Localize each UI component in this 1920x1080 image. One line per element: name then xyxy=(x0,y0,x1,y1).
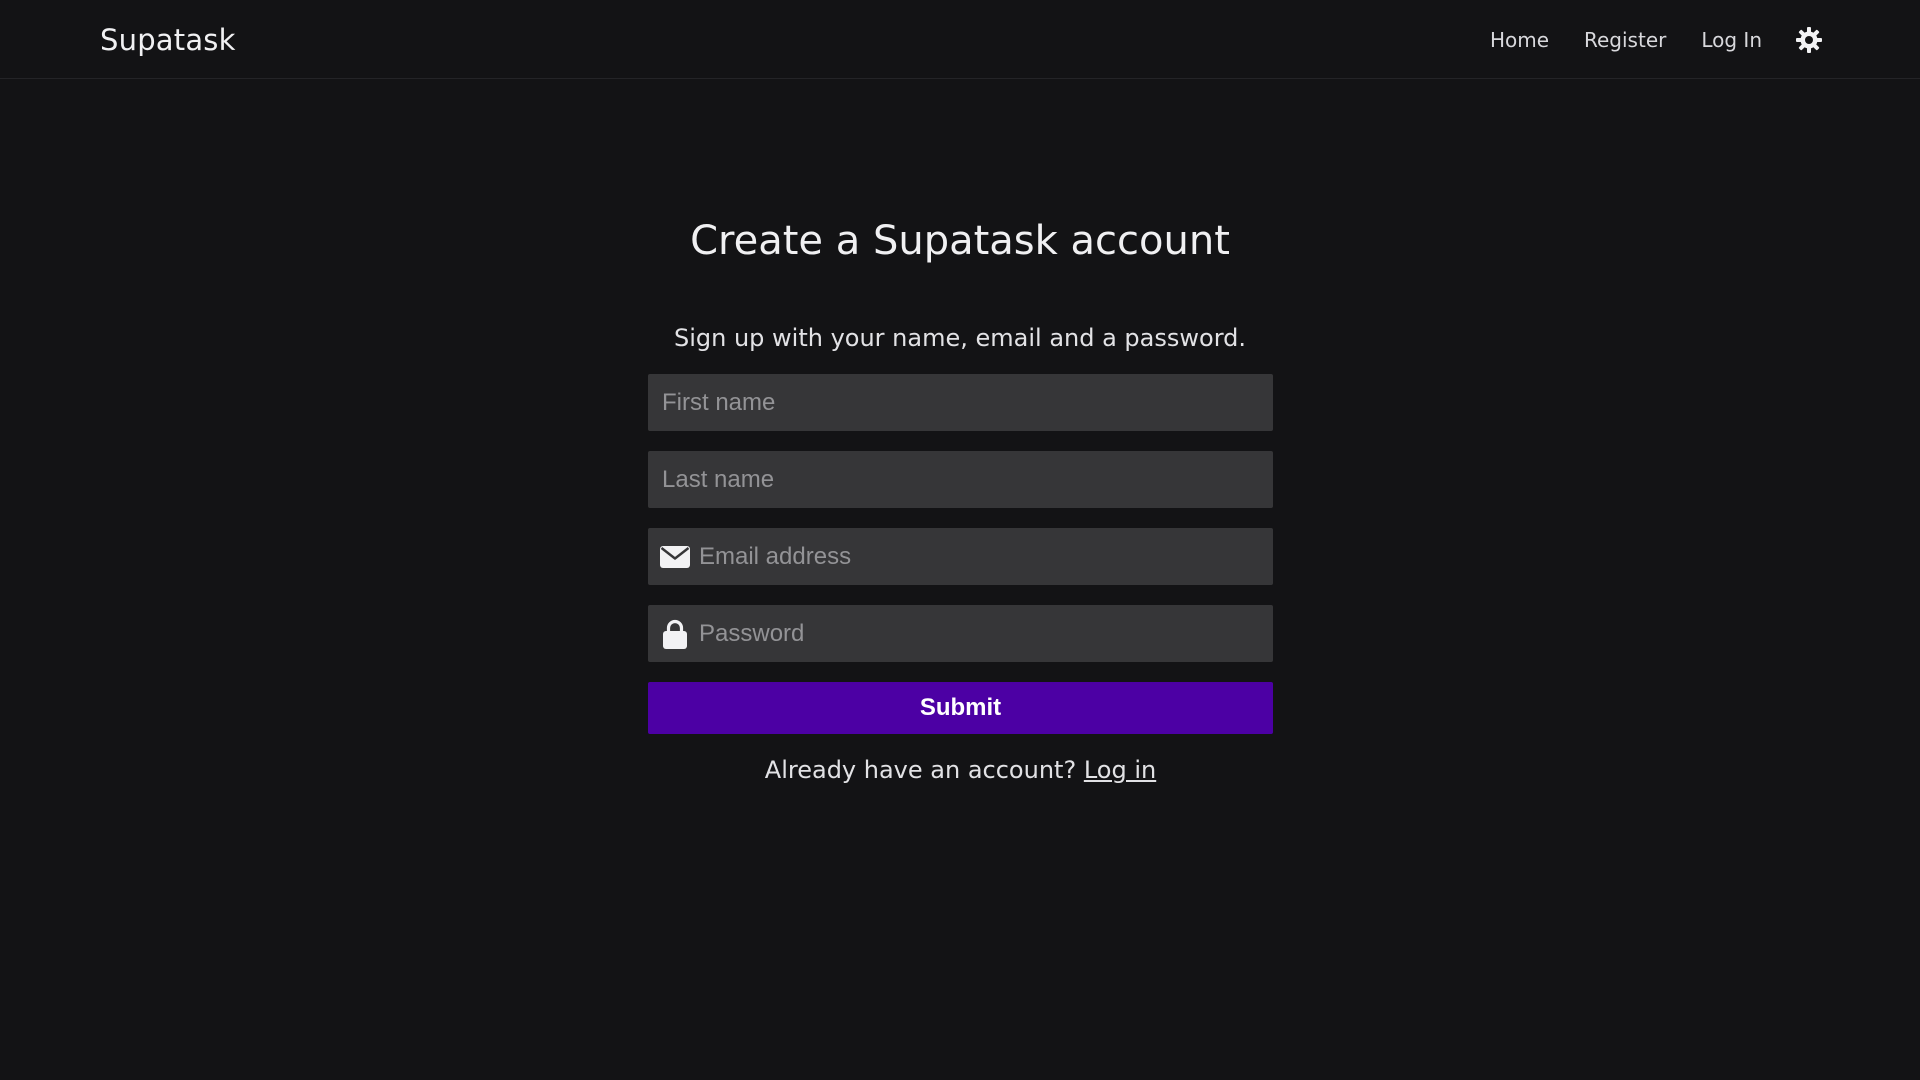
email-input[interactable] xyxy=(648,528,1273,585)
nav-links: Home Register Log In xyxy=(1490,0,1920,79)
submit-button[interactable]: Submit xyxy=(648,682,1273,734)
password-input[interactable] xyxy=(648,605,1273,662)
login-prompt: Already have an account? Log in xyxy=(648,754,1273,786)
page-title: Create a Supatask account xyxy=(690,218,1230,264)
theme-toggle-button[interactable] xyxy=(1792,23,1826,57)
nav-login-link[interactable]: Log In xyxy=(1701,28,1762,52)
password-field xyxy=(648,605,1273,662)
sun-gear-icon xyxy=(1796,26,1822,53)
lock-icon xyxy=(660,605,690,662)
brand-logo-text[interactable]: Supatask xyxy=(100,20,236,60)
page-subtitle: Sign up with your name, email and a pass… xyxy=(673,324,1246,352)
login-link[interactable]: Log in xyxy=(1084,756,1156,784)
top-navbar: Supatask Home Register Log In xyxy=(0,0,1920,79)
last-name-field xyxy=(648,451,1273,508)
register-form: Submit Already have an account? Log in xyxy=(648,374,1273,786)
nav-register-link[interactable]: Register xyxy=(1584,28,1666,52)
email-field xyxy=(648,528,1273,585)
last-name-input[interactable] xyxy=(648,451,1273,508)
nav-home-link[interactable]: Home xyxy=(1490,28,1549,52)
login-prompt-text: Already have an account? xyxy=(764,756,1077,784)
first-name-field xyxy=(648,374,1273,431)
envelope-icon xyxy=(660,528,690,585)
first-name-input[interactable] xyxy=(648,374,1273,431)
